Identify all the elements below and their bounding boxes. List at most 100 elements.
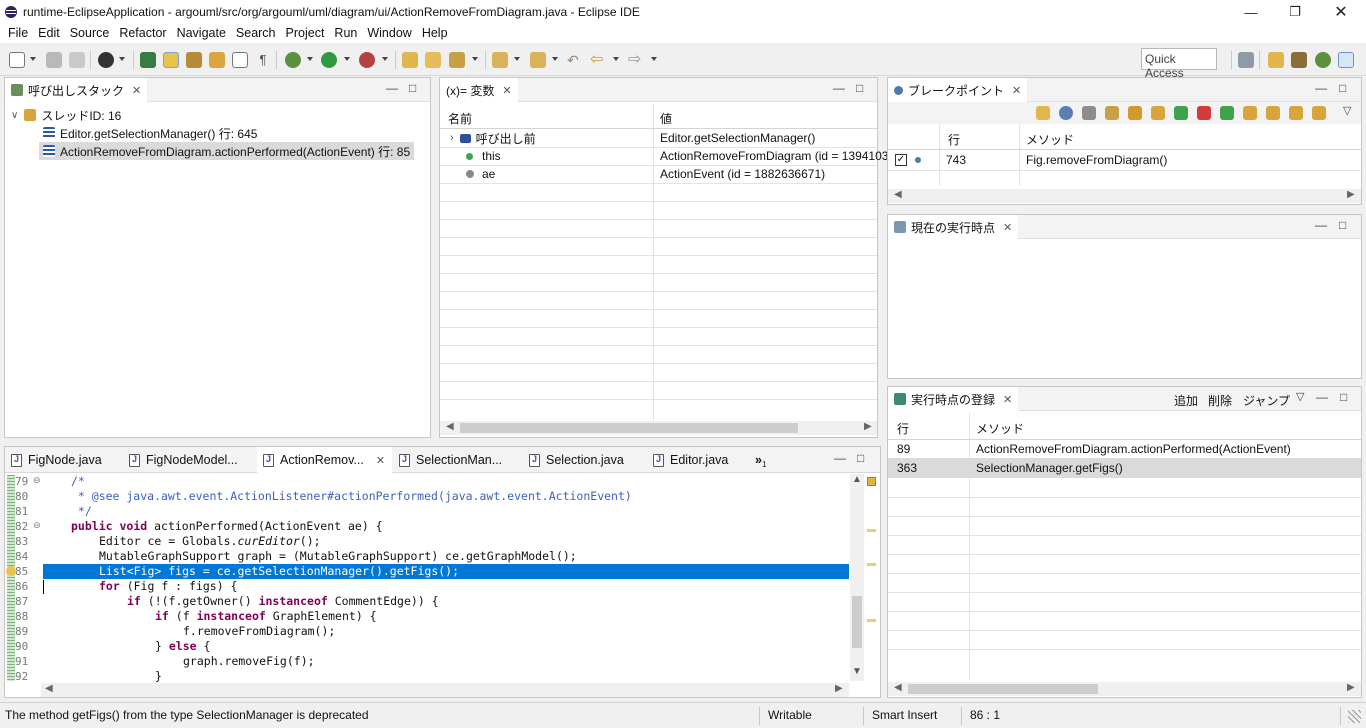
scroll-down-icon[interactable]: ▼ — [852, 666, 862, 677]
scroll-right-icon[interactable]: ▶ — [835, 683, 843, 694]
scroll-left-icon[interactable]: ◀ — [894, 189, 902, 200]
code-line[interactable]: graph.removeFig(f); — [183, 654, 315, 669]
horizontal-scrollbar[interactable]: ◀ ▶ — [888, 682, 1361, 696]
step-over-icon[interactable] — [1266, 106, 1280, 120]
annotation-marker[interactable] — [867, 563, 876, 566]
previous-edit-icon[interactable] — [530, 52, 546, 68]
scroll-right-icon[interactable]: ▶ — [1347, 682, 1355, 693]
minimize-icon[interactable]: — — [1315, 218, 1327, 232]
menu-source[interactable]: Source — [70, 26, 110, 40]
back-dropdown-icon[interactable] — [613, 57, 619, 61]
insert-mode[interactable]: Smart Insert — [872, 708, 937, 722]
view-menu-icon[interactable]: ▽ — [1343, 104, 1351, 117]
step-back-icon[interactable] — [1128, 106, 1142, 120]
view-menu-icon[interactable]: ▽ — [1296, 390, 1304, 403]
minimize-icon[interactable]: — — [386, 81, 398, 95]
search-icon[interactable] — [449, 52, 465, 68]
fold-icon[interactable]: ⊖ — [33, 520, 41, 531]
menu-file[interactable]: File — [8, 26, 28, 40]
block-selection-icon[interactable] — [232, 52, 248, 68]
resume-icon[interactable] — [1220, 106, 1234, 120]
step-return-icon[interactable] — [1151, 106, 1165, 120]
code-line[interactable]: } else { — [155, 639, 210, 654]
deprecation-warning-icon[interactable] — [6, 566, 16, 576]
code-line[interactable]: /* — [71, 474, 85, 489]
scroll-right-icon[interactable]: ▶ — [864, 421, 872, 432]
fold-icon[interactable]: ⊖ — [33, 475, 41, 486]
new-java-project-icon[interactable] — [402, 52, 418, 68]
debug-dropdown-icon[interactable] — [307, 57, 313, 61]
scroll-right-icon[interactable]: ▶ — [1347, 189, 1355, 200]
java-browsing-perspective-icon[interactable] — [1291, 52, 1307, 68]
editor-tab[interactable]: Selection.java — [523, 447, 624, 473]
variables-tab[interactable]: (x)= 変数 ✕ — [440, 78, 518, 102]
progress-icon[interactable] — [1348, 710, 1361, 723]
new-dropdown-icon[interactable] — [30, 57, 36, 61]
time-travel-perspective-icon[interactable] — [1338, 52, 1354, 68]
debug-icon[interactable] — [285, 52, 301, 68]
registered-point-row[interactable]: 89 ActionRemoveFromDiagram.actionPerform… — [888, 440, 1361, 458]
add-button[interactable]: 追加 — [1174, 392, 1198, 409]
column-value-header[interactable]: 値 — [660, 110, 672, 127]
code-line[interactable]: public void actionPerformed(ActionEvent … — [71, 519, 383, 534]
chevron-right-icon[interactable]: › — [450, 132, 454, 144]
close-icon[interactable]: ✕ — [376, 454, 385, 467]
column-line-header[interactable]: 行 — [897, 420, 909, 437]
current-point-tab[interactable]: 現在の実行時点 ✕ — [888, 215, 1019, 239]
code-line[interactable]: */ — [71, 504, 92, 519]
gear-icon[interactable] — [1082, 106, 1096, 120]
scroll-left-icon[interactable]: ◀ — [45, 683, 53, 694]
java-perspective-icon[interactable] — [1268, 52, 1284, 68]
toggle-breakpoint-icon[interactable] — [140, 52, 156, 68]
skip-breakpoints-icon[interactable] — [186, 52, 202, 68]
horizontal-scrollbar[interactable]: ◀ ▶ — [41, 683, 849, 697]
menu-help[interactable]: Help — [422, 26, 448, 40]
close-icon[interactable]: ✕ — [502, 84, 511, 97]
quick-access-field[interactable]: Quick Access — [1141, 48, 1217, 80]
callstack-tab[interactable]: 呼び出しスタック ✕ — [5, 78, 148, 102]
open-folder-icon[interactable] — [1036, 106, 1050, 120]
registered-points-tab[interactable]: 実行時点の登録 ✕ — [888, 387, 1019, 411]
breakpoint-types-icon[interactable] — [1059, 106, 1073, 120]
search-dropdown-icon[interactable] — [472, 57, 478, 61]
menu-refactor[interactable]: Refactor — [119, 26, 166, 40]
warning-summary-icon[interactable] — [867, 477, 876, 486]
scroll-left-icon[interactable]: ◀ — [894, 682, 902, 693]
profile-dropdown-icon[interactable] — [119, 57, 125, 61]
menu-project[interactable]: Project — [286, 26, 325, 40]
step-into-icon[interactable] — [1243, 106, 1257, 120]
code-line[interactable]: f.removeFromDiagram(); — [183, 624, 335, 639]
external-tools-dropdown-icon[interactable] — [382, 57, 388, 61]
code-line[interactable]: if (!(f.getOwner() instanceof CommentEdg… — [127, 594, 439, 609]
code-line-selected[interactable]: List<Fig> figs = ce.getSelectionManager(… — [99, 564, 459, 579]
breakpoint-row[interactable]: ✓ — [895, 151, 921, 169]
next-edit-icon[interactable] — [492, 52, 508, 68]
forward-icon[interactable]: ⇨ — [628, 52, 644, 68]
open-type-icon[interactable] — [425, 52, 441, 68]
code-line[interactable]: } — [155, 669, 162, 684]
minimize-icon[interactable]: — — [1315, 81, 1327, 95]
close-window-button[interactable]: ✕ — [1318, 2, 1364, 22]
run-icon[interactable] — [321, 52, 337, 68]
profile-icon[interactable] — [98, 52, 114, 68]
step-icon[interactable] — [1105, 106, 1119, 120]
maximize-icon[interactable]: □ — [857, 451, 864, 465]
maximize-icon[interactable]: □ — [856, 81, 863, 95]
code-line[interactable]: if (f instanceof GraphElement) { — [155, 609, 377, 624]
editor-tab-active[interactable]: ActionRemov...✕ — [257, 447, 392, 473]
annotation-marker[interactable] — [867, 619, 876, 622]
scroll-thumb[interactable] — [852, 596, 862, 648]
minimize-icon[interactable]: — — [1316, 390, 1328, 404]
chevron-down-icon[interactable]: ∨ — [11, 110, 18, 121]
breakpoint-enabled-checkbox[interactable]: ✓ — [895, 154, 907, 166]
horizontal-scrollbar[interactable]: ◀ ▶ — [440, 421, 877, 435]
open-perspective-icon[interactable] — [1238, 52, 1254, 68]
code-line[interactable]: Editor ce = Globals.curEditor(); — [99, 534, 321, 549]
debug-perspective-icon[interactable] — [1315, 52, 1331, 68]
column-method-header[interactable]: メソッド — [976, 420, 1024, 437]
resume-back-icon[interactable] — [1174, 106, 1188, 120]
close-icon[interactable]: ✕ — [132, 84, 141, 97]
close-icon[interactable]: ✕ — [1003, 393, 1012, 406]
next-edit-dropdown-icon[interactable] — [514, 57, 520, 61]
horizontal-scrollbar[interactable]: ◀ ▶ — [888, 189, 1361, 203]
